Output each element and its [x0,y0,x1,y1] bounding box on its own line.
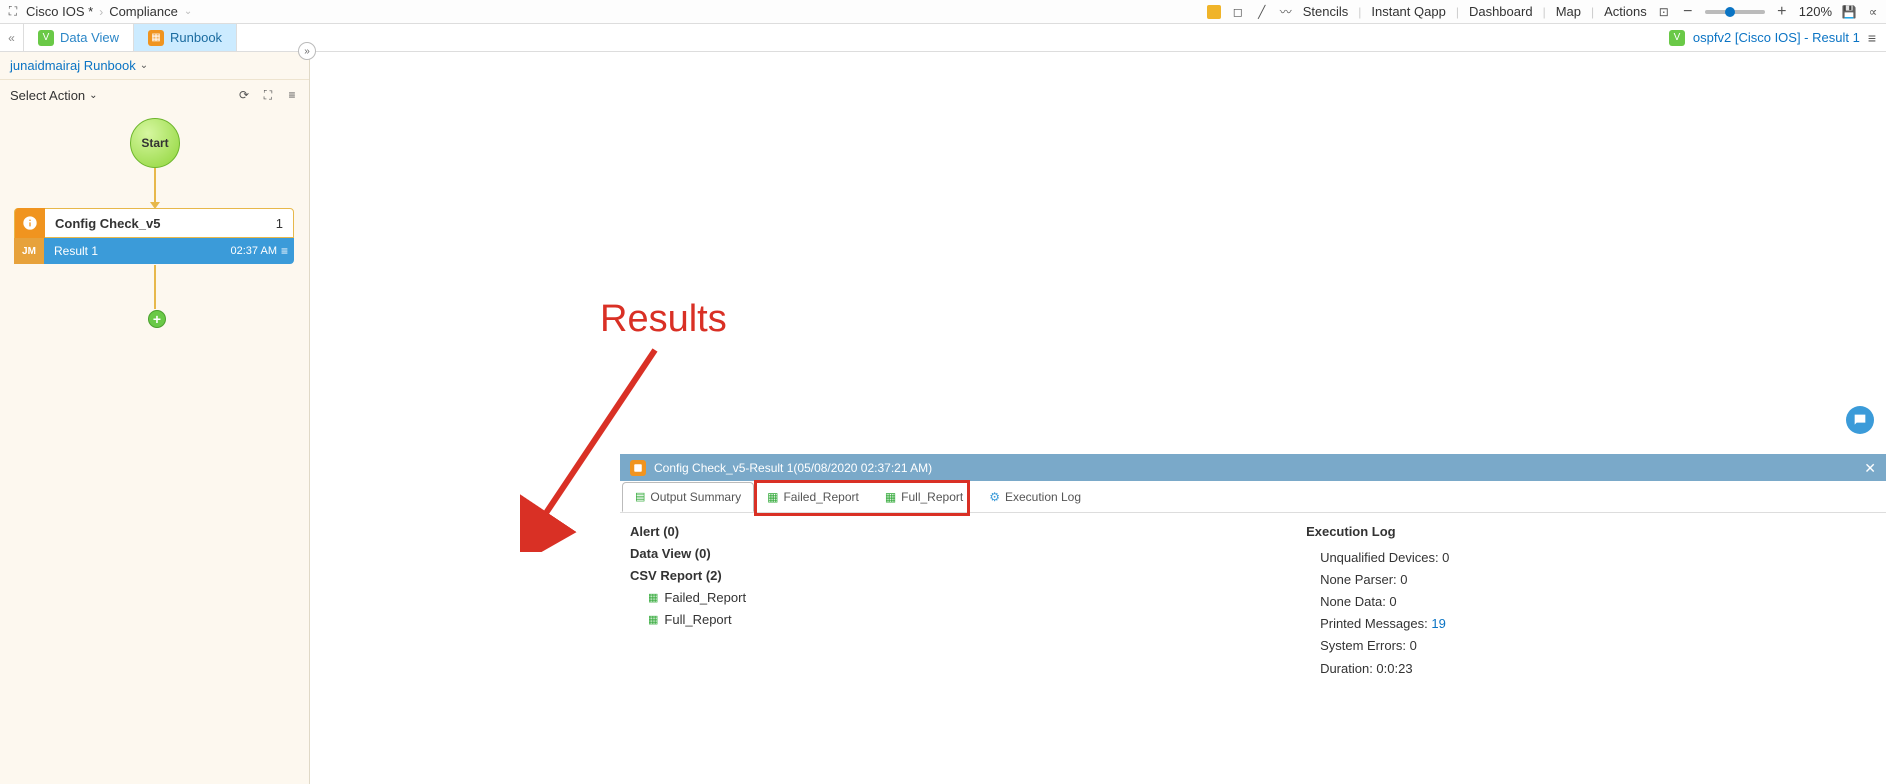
dashboard-button[interactable]: Dashboard [1469,4,1533,19]
execution-log-column: Execution Log Unqualified Devices: 0 Non… [1306,521,1449,776]
csv-report-count: CSV Report (2) [630,565,746,587]
select-action-label: Select Action [10,88,85,103]
flow-connector [154,168,156,204]
chevron-down-icon: ⌄ [89,90,97,101]
csv-icon: ▦ [767,490,778,504]
config-check-block[interactable]: Config Check_v5 1 JM Result 1 02:37 AM ≡ [14,208,294,264]
data-view-icon: V [38,30,54,46]
runbook-icon: ▦ [148,30,164,46]
tab-label: Failed_Report [783,490,858,504]
close-icon[interactable]: ✕ [1864,460,1876,477]
instant-qapp-button[interactable]: Instant Qapp [1371,4,1445,19]
tab-label: Output Summary [650,490,741,504]
csv-item-label: Failed_Report [664,587,746,609]
result-panel-icon [630,460,646,476]
refresh-icon[interactable]: ⟳ [237,88,251,102]
alert-count: Alert (0) [630,521,746,543]
tab-label: Runbook [170,30,222,45]
runbook-owner-label: junaidmairaj Runbook [10,58,136,73]
chevron-down-icon[interactable]: ⌄ [184,6,192,17]
annotation-text: Results [600,298,727,341]
result-menu-icon[interactable]: ≡ [281,244,288,258]
csv-icon: ▦ [648,611,658,630]
add-step-button[interactable]: + [148,310,166,328]
tab-runbook[interactable]: ▦ Runbook [134,24,237,51]
csv-icon: ▦ [885,490,896,504]
start-node[interactable]: Start [130,118,180,168]
result-panel-titlebar: Config Check_v5-Result 1(05/08/2020 02:3… [620,455,1886,481]
breadcrumb-item-1[interactable]: Cisco IOS * [26,4,93,19]
expand-icon[interactable]: ⛶ [6,5,20,19]
share-icon[interactable]: ∝ [1866,5,1880,19]
zoom-level: 120% [1799,4,1832,19]
status-result-link[interactable]: ospfv2 [Cisco IOS] - Result 1 [1693,30,1860,45]
chevron-down-icon: ⌄ [140,60,148,71]
expand-panel-icon[interactable]: » [298,42,316,60]
none-parser: None Parser: 0 [1320,569,1449,591]
save-icon[interactable]: 💾 [1842,5,1856,19]
document-icon: ▤ [635,490,645,503]
dataview-count: Data View (0) [630,543,746,565]
note-icon[interactable] [1207,5,1221,19]
tab-failed-report[interactable]: ▦ Failed_Report [754,482,872,512]
zoom-slider[interactable] [1705,10,1765,14]
collapse-sidebar-icon[interactable]: « [0,24,24,51]
tab-full-report[interactable]: ▦ Full_Report [872,482,976,512]
execution-log-header: Execution Log [1306,521,1449,543]
csv-item[interactable]: ▦ Failed_Report [648,587,746,609]
printed-messages-label: Printed Messages: [1320,616,1431,631]
stencils-button[interactable]: Stencils [1303,4,1349,19]
chat-fab-icon[interactable] [1846,406,1874,434]
breadcrumb-item-2[interactable]: Compliance [109,4,178,19]
output-summary-column: Alert (0) Data View (0) CSV Report (2) ▦… [630,521,746,776]
printed-messages: Printed Messages: 19 [1320,613,1449,635]
csv-item[interactable]: ▦ Full_Report [648,609,746,631]
printed-messages-link[interactable]: 19 [1431,616,1445,631]
menu-icon[interactable]: ≡ [1868,30,1876,46]
csv-icon: ▦ [648,589,658,608]
tab-output-summary[interactable]: ▤ Output Summary [622,482,754,512]
config-check-title: Config Check_v5 [55,216,276,231]
select-action-dropdown[interactable]: Select Action ⌄ [10,88,98,103]
user-initials-badge: JM [14,238,44,264]
breadcrumb-separator: › [99,5,103,19]
list-menu-icon[interactable]: ≡ [285,88,299,102]
flow-connector [154,265,156,309]
none-data: None Data: 0 [1320,591,1449,613]
tab-data-view[interactable]: V Data View [24,24,134,51]
path-icon[interactable]: 〰 [1279,5,1293,19]
status-badge-icon: V [1669,30,1685,46]
csv-item-label: Full_Report [664,609,731,631]
tab-label: Execution Log [1005,490,1081,504]
start-label: Start [141,136,168,150]
actions-button[interactable]: Actions [1604,4,1647,19]
zoom-in-icon[interactable]: + [1775,5,1789,19]
result-row[interactable]: JM Result 1 02:37 AM ≡ [14,238,294,264]
fullscreen-icon[interactable]: ⛶ [261,88,275,102]
map-canvas[interactable]: Results Config Check_v5-Result 1(05/08/2… [310,52,1886,784]
config-check-icon [15,208,45,238]
runbook-owner-dropdown[interactable]: junaidmairaj Runbook ⌄ [0,52,309,80]
result-panel-title: Config Check_v5-Result 1(05/08/2020 02:3… [654,461,932,475]
system-errors: System Errors: 0 [1320,635,1449,657]
gear-icon: ⚙ [989,490,1000,504]
tab-execution-log[interactable]: ⚙ Execution Log [976,482,1094,512]
map-button[interactable]: Map [1556,4,1581,19]
tab-label: Full_Report [901,490,963,504]
tab-label: Data View [60,30,119,45]
result-label: Result 1 [54,244,98,258]
result-time: 02:37 AM [231,245,277,257]
config-check-count: 1 [276,216,283,231]
zoom-out-icon[interactable]: − [1681,5,1695,19]
duration: Duration: 0:0:23 [1320,658,1449,680]
select-icon[interactable]: ◻ [1231,5,1245,19]
draw-line-icon[interactable]: ╱ [1255,5,1269,19]
unqualified-devices: Unqualified Devices: 0 [1320,547,1449,569]
fit-icon[interactable]: ⊡ [1657,5,1671,19]
